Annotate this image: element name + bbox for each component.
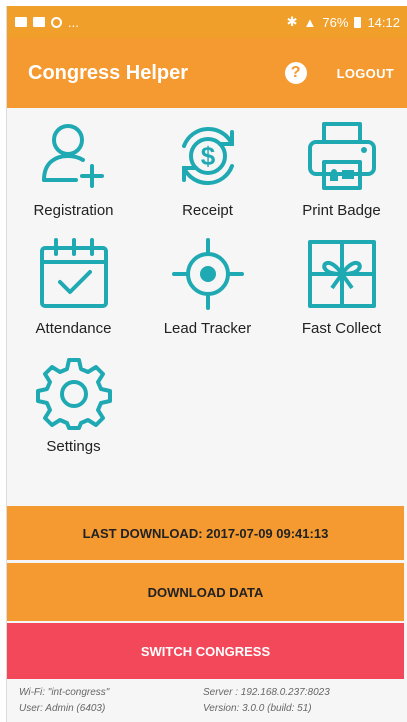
bluetooth-icon: ✱ (286, 14, 298, 29)
status-overflow: ... (68, 14, 79, 30)
clock: 14:12 (367, 14, 400, 30)
switch-congress-button[interactable]: SWITCH CONGRESS (7, 623, 404, 679)
logout-button[interactable]: LOGOUT (337, 66, 394, 81)
tile-lead-tracker[interactable]: Lead Tracker (141, 236, 274, 346)
version-info: Version: 3.0.0 (build: 51) (203, 703, 312, 714)
signal-icon: ▲ (303, 14, 317, 30)
tile-fast-collect[interactable]: Fast Collect (275, 236, 407, 346)
tile-attendance[interactable]: Attendance (7, 236, 140, 346)
gift-icon (307, 240, 376, 308)
tile-settings[interactable]: Settings (7, 354, 140, 464)
footer-info: Wi-Fi: "int-congress" User: Admin (6403)… (7, 682, 404, 722)
printer-icon (307, 122, 376, 190)
app-frame: ... ✱ ▲ 76% 14:12 Congress Helper ? LOGO… (6, 6, 407, 722)
crosshair-icon (171, 238, 244, 310)
wifi-info: Wi-Fi: "int-congress" (19, 687, 110, 698)
status-bar-left: ... (15, 15, 79, 30)
tile-label: Attendance (35, 320, 112, 337)
svg-text:$: $ (200, 141, 215, 171)
tile-label: Settings (46, 438, 101, 455)
app-title: Congress Helper (28, 61, 189, 84)
tile-label: Fast Collect (301, 320, 382, 337)
tile-registration[interactable]: Registration (7, 118, 140, 228)
tile-label: Lead Tracker (163, 320, 252, 337)
user-info: User: Admin (6403) (19, 703, 106, 714)
tile-label: Print Badge (302, 202, 381, 219)
tile-print-badge[interactable]: Print Badge (275, 118, 407, 228)
sync-icon (51, 16, 62, 28)
add-user-icon (41, 124, 104, 188)
status-bar: ... ✱ ▲ 76% 14:12 (7, 6, 407, 38)
notification-icon (15, 17, 27, 27)
dollar-refresh-icon: $ (181, 126, 234, 186)
last-download-button[interactable]: LAST DOWNLOAD: 2017-07-09 09:41:13 (7, 506, 404, 560)
status-bar-right: ✱ ▲ 76% 14:12 (287, 14, 400, 30)
battery-icon (354, 16, 362, 28)
message-icon (33, 17, 45, 27)
tile-label: Receipt (182, 202, 233, 219)
help-icon[interactable]: ? (284, 62, 307, 84)
gear-icon (35, 358, 112, 430)
server-info: Server : 192.168.0.237:8023 (203, 687, 330, 698)
download-data-button[interactable]: DOWNLOAD DATA (7, 563, 404, 621)
tile-label: Registration (33, 202, 114, 219)
tile-receipt[interactable]: $ Receipt (141, 118, 274, 228)
calendar-check-icon (39, 238, 108, 308)
app-bar: Congress Helper ? LOGOUT (7, 38, 407, 108)
battery-percent: 76% (322, 14, 349, 30)
